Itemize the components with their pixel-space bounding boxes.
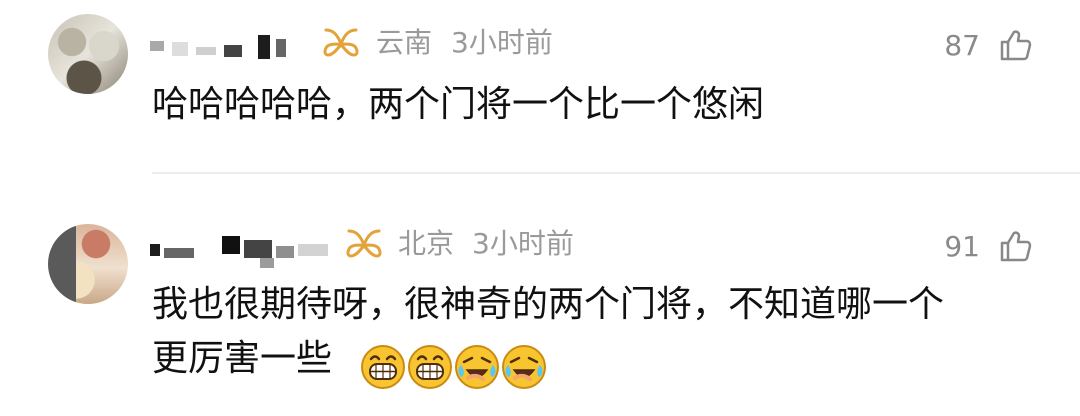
- like-count: 87: [944, 29, 980, 62]
- avatar[interactable]: [48, 224, 128, 304]
- rolling-laughing-emoji-icon: [455, 345, 499, 389]
- like-count: 91: [944, 230, 980, 263]
- username-redacted[interactable]: [150, 228, 340, 268]
- comment-text-line-2: 更厉害一些: [152, 338, 333, 379]
- grinning-emoji-icon: [361, 345, 405, 389]
- comment-text: 哈哈哈哈哈，两个门将一个比一个悠闲: [152, 84, 765, 125]
- avatar[interactable]: [48, 14, 128, 94]
- comment-location: 北京: [398, 227, 455, 260]
- comment-location: 云南: [376, 26, 433, 59]
- thumbs-up-icon[interactable]: [998, 28, 1032, 62]
- comment-item: 云南 3小时前 87 哈哈哈哈哈，两个门将一个比一个悠闲: [0, 0, 1080, 172]
- rolling-laughing-emoji-icon: [502, 345, 546, 389]
- grinning-emoji-icon: [408, 345, 452, 389]
- username-redacted[interactable]: [150, 29, 310, 63]
- thumbs-up-icon[interactable]: [998, 229, 1032, 263]
- comment-time: 3小时前: [451, 26, 553, 59]
- vip-badge-icon: [323, 28, 359, 57]
- comment-time: 3小时前: [472, 227, 574, 260]
- comment-text-line-1: 我也很期待呀，很神奇的两个门将，不知道哪一个: [152, 284, 945, 325]
- vip-badge-icon: [346, 229, 382, 258]
